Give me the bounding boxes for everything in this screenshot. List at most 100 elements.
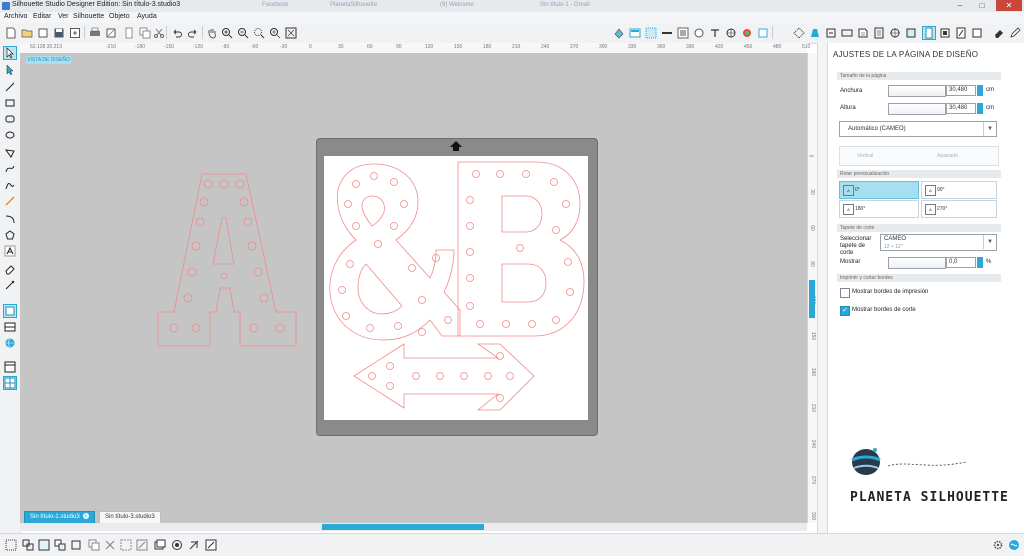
menu-ayuda[interactable]: Ayuda (137, 13, 157, 20)
freehand-icon[interactable] (4, 179, 16, 191)
scan-icon[interactable] (840, 26, 854, 40)
replicate-icon[interactable] (724, 26, 738, 40)
horizontal-scroll-thumb[interactable] (322, 524, 484, 530)
zoom-drag-icon[interactable] (268, 26, 282, 40)
open-folder-icon[interactable] (20, 26, 34, 40)
print-page-icon[interactable] (970, 26, 984, 40)
height-spinner[interactable] (977, 103, 983, 114)
fill-panel-icon[interactable] (904, 26, 918, 40)
delete-icon[interactable] (104, 539, 116, 551)
library-icon[interactable] (808, 26, 822, 40)
globe-store-icon[interactable] (4, 337, 16, 349)
release-compound-icon[interactable] (54, 539, 66, 551)
knife-bottom-icon[interactable] (205, 539, 217, 551)
compound-path-icon[interactable] (38, 539, 50, 551)
deselect-icon[interactable] (136, 539, 148, 551)
duplicate-icon[interactable] (88, 539, 100, 551)
store-icon[interactable] (824, 26, 838, 40)
smooth-freehand-icon[interactable] (4, 195, 16, 207)
line-color-icon[interactable] (628, 26, 642, 40)
menu-objeto[interactable]: Objeto (109, 13, 130, 20)
trace-icon[interactable] (792, 26, 806, 40)
zoom-fit-icon[interactable] (284, 26, 298, 40)
chevron-down-icon[interactable]: ▼ (983, 235, 996, 249)
silhouette-logo-icon[interactable] (1008, 539, 1020, 551)
library-view-icon[interactable] (4, 321, 16, 333)
chevron-down-icon[interactable]: ▼ (983, 122, 996, 136)
zoom-in-icon[interactable] (220, 26, 234, 40)
menu-archivo[interactable]: Archivo (4, 13, 27, 20)
height-field[interactable]: 30,480 (946, 103, 976, 114)
weld-icon[interactable] (70, 539, 82, 551)
register-marks-icon[interactable] (888, 26, 902, 40)
show-spinner[interactable] (977, 257, 983, 268)
height-slider[interactable] (888, 103, 946, 115)
shadow-icon[interactable] (692, 26, 706, 40)
arc-icon[interactable] (4, 213, 16, 225)
modify-icon[interactable] (188, 539, 200, 551)
rectangle-icon[interactable] (4, 97, 16, 109)
rotate-270-option[interactable]: A 270° (921, 200, 997, 218)
fill-color-icon[interactable] (612, 26, 626, 40)
grid-icon[interactable] (3, 376, 17, 390)
gradient-icon[interactable] (644, 26, 658, 40)
rounded-rectangle-icon[interactable] (4, 113, 16, 125)
new-document-icon[interactable] (4, 26, 18, 40)
knife-icon[interactable] (4, 279, 16, 291)
fill-icon[interactable] (171, 539, 183, 551)
point-edit-icon[interactable] (4, 64, 16, 76)
settings-gear-icon[interactable] (992, 539, 1004, 551)
rotate-180-option[interactable]: A 180° (839, 200, 919, 218)
width-slider[interactable] (888, 85, 946, 97)
arrow-shape[interactable] (350, 342, 536, 414)
close-button[interactable]: ✕ (996, 0, 1022, 11)
eraser-tool-icon[interactable] (4, 263, 16, 275)
menu-silhouette[interactable]: Silhouette (73, 13, 104, 20)
menu-editar[interactable]: Editar (33, 13, 51, 20)
minimize-button[interactable]: – (950, 0, 970, 11)
vertical-scroll-thumb[interactable] (809, 280, 815, 318)
text-style-icon[interactable] (708, 26, 722, 40)
ungroup-icon[interactable] (22, 539, 34, 551)
menu-ver[interactable]: Ver (58, 13, 69, 20)
design-page-settings-icon[interactable] (922, 26, 936, 40)
close-tab-icon[interactable]: x (82, 513, 89, 520)
line-icon[interactable] (4, 81, 16, 93)
cut-settings-icon[interactable] (872, 26, 886, 40)
print-borders-checkbox[interactable] (840, 288, 850, 298)
pan-hand-icon[interactable] (205, 26, 219, 40)
copy-icon[interactable] (138, 26, 152, 40)
layer-icon[interactable] (154, 539, 166, 551)
polygon-icon[interactable] (4, 147, 16, 159)
undo-icon[interactable] (170, 26, 184, 40)
print-cut-icon[interactable] (104, 26, 118, 40)
show-slider[interactable] (888, 257, 946, 269)
cut-borders-checkbox[interactable]: ✓ (840, 306, 850, 316)
scissors-icon[interactable] (152, 26, 166, 40)
letter-b-shape[interactable] (456, 160, 586, 340)
page-size-dropdown[interactable]: Automático (CAMEO) (839, 121, 997, 137)
cut-icon[interactable] (122, 26, 136, 40)
eraser-icon[interactable] (992, 26, 1006, 40)
text-icon[interactable] (4, 245, 16, 257)
pen-icon[interactable] (1008, 26, 1022, 40)
send-to-silhouette-icon[interactable] (938, 26, 952, 40)
cut-mat-dropdown[interactable]: CAMEO 12 × 12" (880, 234, 997, 251)
width-field[interactable]: 30,480 (946, 85, 976, 96)
zoom-out-icon[interactable] (236, 26, 250, 40)
cut-style-icon[interactable] (954, 26, 968, 40)
draw-pages-icon[interactable] (3, 304, 17, 318)
ampersand-shape[interactable] (326, 160, 462, 346)
rotate-90-option[interactable]: A 90° (921, 181, 997, 199)
redo-icon[interactable] (186, 26, 200, 40)
group-icon[interactable] (5, 539, 17, 551)
show-field[interactable]: 0,0 (946, 257, 976, 268)
curve-icon[interactable] (4, 163, 16, 175)
regular-polygon-icon[interactable] (4, 229, 16, 241)
rotate-0-option[interactable]: A 0° (839, 181, 919, 199)
save-icon[interactable] (52, 26, 66, 40)
print-icon[interactable] (88, 26, 102, 40)
save-library-icon[interactable] (68, 26, 82, 40)
ellipse-icon[interactable] (4, 129, 16, 141)
fill-pattern-icon[interactable] (660, 26, 674, 40)
